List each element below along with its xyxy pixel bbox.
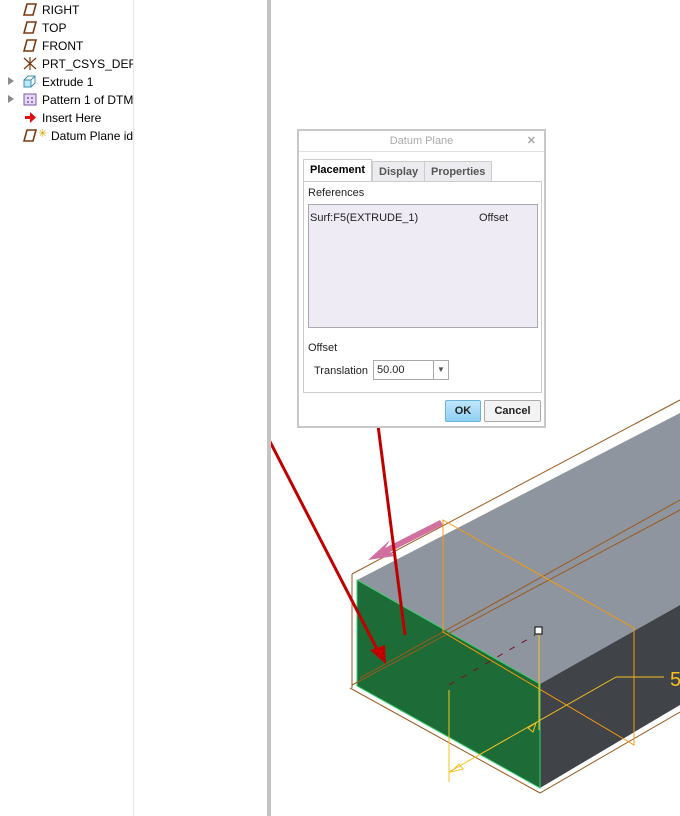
tree-item-extrude[interactable]: Extrude 1 xyxy=(0,73,133,91)
translation-input[interactable]: 50.00 ▼ xyxy=(373,360,449,380)
datum-plane-new-icon xyxy=(23,129,37,142)
dialog-titlebar[interactable]: Datum Plane ✕ xyxy=(299,131,544,152)
dimension-value[interactable]: 5 xyxy=(670,669,680,691)
translation-value[interactable]: 50.00 xyxy=(377,364,405,376)
offset-label: Offset xyxy=(308,342,338,354)
tree-item-right[interactable]: RIGHT xyxy=(0,1,133,19)
datum-plane-icon xyxy=(23,3,37,16)
csys-icon xyxy=(23,57,37,70)
chevron-down-icon[interactable]: ▼ xyxy=(433,361,448,379)
expand-arrow-icon[interactable] xyxy=(8,77,14,85)
tree-item-pattern[interactable]: Pattern 1 of DTM xyxy=(0,91,133,109)
cancel-button[interactable]: Cancel xyxy=(484,400,541,422)
tab-placement[interactable]: Placement xyxy=(303,159,373,182)
model-tree: RIGHT TOP FRONT PRT_CSYS_DEF Extrude 1 P… xyxy=(0,0,134,816)
drag-handle[interactable] xyxy=(534,626,543,635)
tree-item-label: PRT_CSYS_DEF xyxy=(42,57,133,71)
translation-label: Translation xyxy=(314,365,369,377)
close-icon[interactable]: ✕ xyxy=(527,131,536,151)
tree-item-label: Insert Here xyxy=(42,111,102,125)
datum-plane-icon xyxy=(23,21,37,34)
tree-item-front[interactable]: FRONT xyxy=(0,37,133,55)
tree-item-label: Datum Plane id xyxy=(51,129,133,143)
tree-item-csys[interactable]: PRT_CSYS_DEF xyxy=(0,55,133,73)
reference-name[interactable]: Surf:F5(EXTRUDE_1) xyxy=(310,212,418,224)
datum-plane-icon xyxy=(23,39,37,52)
reference-constraint[interactable]: Offset xyxy=(479,212,508,224)
tree-item-top[interactable]: TOP xyxy=(0,19,133,37)
tab-properties[interactable]: Properties xyxy=(424,161,493,183)
tree-item-label: Extrude 1 xyxy=(42,75,94,89)
placement-panel: References Surf:F5(EXTRUDE_1) Offset Off… xyxy=(303,181,542,393)
datum-plane-dialog: Datum Plane ✕ Placement Display Propertie… xyxy=(297,129,546,428)
new-feature-star-icon: ✳ xyxy=(38,128,48,140)
expand-arrow-icon[interactable] xyxy=(8,95,14,103)
extrude-icon xyxy=(23,75,36,88)
tab-display[interactable]: Display xyxy=(372,161,426,183)
tree-item-datum-plane[interactable]: ✳ Datum Plane id xyxy=(0,127,133,145)
references-label: References xyxy=(308,187,365,199)
tree-item-label: Pattern 1 of DTM xyxy=(42,93,133,107)
tree-item-label: FRONT xyxy=(42,39,84,53)
tree-item-label: TOP xyxy=(42,21,67,35)
insert-arrow-icon xyxy=(25,112,36,123)
dialog-title: Datum Plane xyxy=(389,135,454,147)
pattern-icon xyxy=(23,93,37,106)
tree-item-insert-here[interactable]: Insert Here xyxy=(0,109,133,127)
ok-button[interactable]: OK xyxy=(445,400,481,422)
tree-item-label: RIGHT xyxy=(42,3,80,17)
references-list[interactable]: Surf:F5(EXTRUDE_1) Offset xyxy=(308,204,538,328)
